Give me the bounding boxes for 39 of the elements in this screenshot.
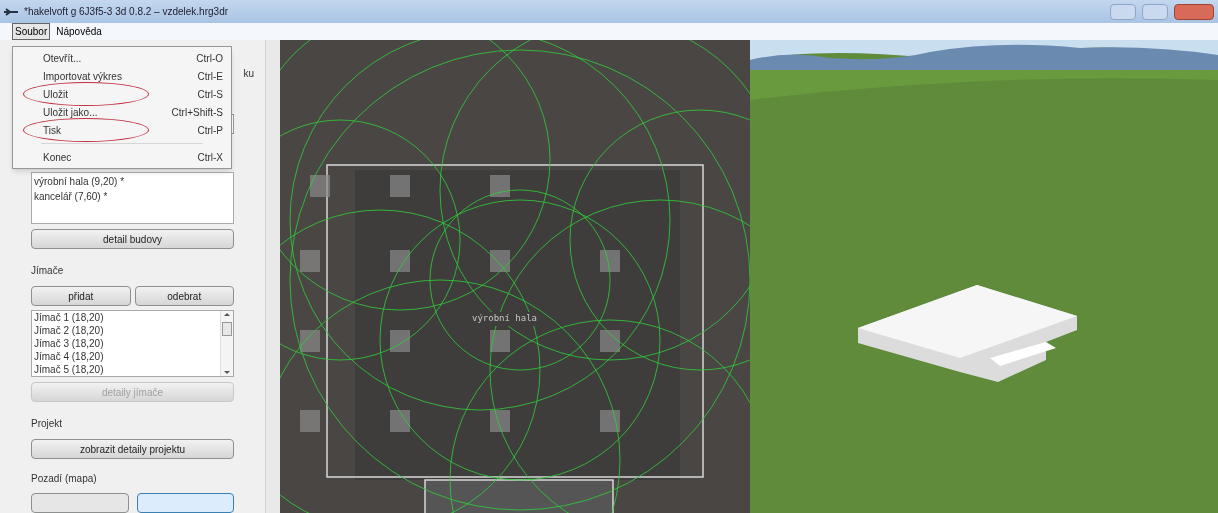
add-button[interactable]: přidat	[31, 286, 131, 306]
detail-button[interactable]: detail budovy	[31, 229, 234, 249]
vertical-scrollbar[interactable]	[265, 40, 280, 513]
menu-item[interactable]: Tisk Ctrl-P	[13, 121, 231, 139]
menu-item[interactable]: Konec Ctrl-X	[13, 148, 231, 166]
scroll-thumb[interactable]	[222, 321, 232, 336]
floor-plan[interactable]: výrobní hala	[280, 40, 750, 513]
menu-item[interactable]: Importovat výkres Ctrl-E	[13, 67, 231, 85]
close-button[interactable]	[1174, 3, 1214, 20]
app-icon	[4, 7, 18, 16]
menu-item[interactable]: Uložit jako... Ctrl+Shift-S	[13, 103, 231, 121]
list-item[interactable]: Jímač 1 (18,20)	[34, 311, 218, 324]
building-label: výrobní hala	[470, 312, 540, 326]
list-item[interactable]: Jímač 3 (18,20)	[34, 337, 218, 350]
window-title: *hakelvoft g 6J3f5-3 3d 0.8.2 – vzdelek.hrg3dr	[24, 5, 229, 19]
menu-title[interactable]: Nápověda	[53, 23, 105, 40]
menu-item[interactable]: Uložit Ctrl-S	[13, 85, 231, 103]
section-heading: Projekt	[31, 417, 64, 431]
down-arrow-icon	[224, 371, 230, 374]
list-item[interactable]: Jímač 5 (18,20)	[34, 363, 218, 376]
list-item[interactable]: výrobní hala (9,20) *	[34, 174, 231, 189]
rod-list[interactable]: Jímač 1 (18,20) Jímač 2 (18,20) Jímač 3 (18,20) Jímač 4 (18,20) Jímač 5 (18,20)	[31, 310, 234, 377]
list-item[interactable]: Jímač 2 (18,20)	[34, 324, 218, 337]
menu-item[interactable]: Otevřít... Ctrl-O	[13, 49, 231, 67]
up-arrow-icon	[224, 313, 230, 316]
building-list[interactable]: výrobní hala (9,20) * kancelář (7,60) *	[31, 172, 234, 224]
remove-button[interactable]: odebrat	[134, 286, 234, 306]
panel-label: ku	[243, 66, 254, 81]
map-button[interactable]	[136, 493, 234, 513]
project-details-button[interactable]: zobrazit detaily projektu	[31, 439, 234, 459]
menu-title[interactable]: Soubor	[12, 23, 51, 40]
section-heading: Jímače	[31, 264, 65, 278]
minimize-button[interactable]	[1110, 3, 1136, 20]
list-item[interactable]: Jímač 4 (18,20)	[34, 350, 218, 363]
maximize-button[interactable]	[1142, 3, 1168, 20]
list-item[interactable]: kancelář (7,60) *	[34, 189, 231, 204]
section-heading: Pozadí (mapa)	[31, 472, 98, 486]
map-button[interactable]	[31, 493, 129, 513]
scrollbar[interactable]	[220, 311, 233, 376]
